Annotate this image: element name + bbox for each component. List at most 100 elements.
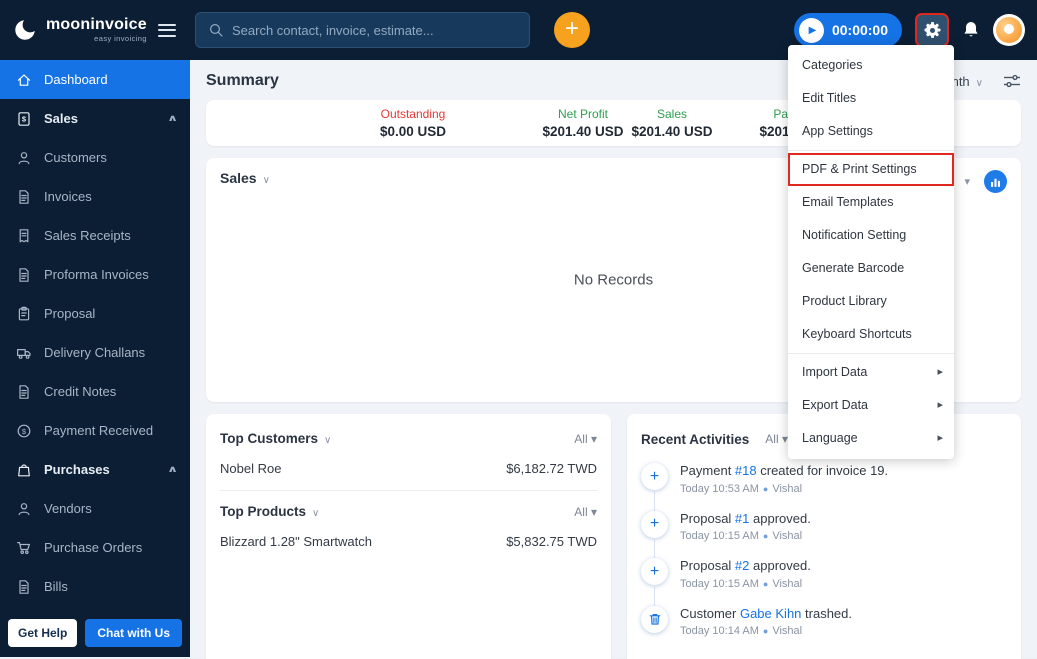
activity-link[interactable]: #2 bbox=[735, 558, 749, 573]
sidebar-item-payment-received[interactable]: $ Payment Received bbox=[0, 411, 190, 450]
chevron-up-icon: ∧ bbox=[166, 464, 178, 474]
bar-chart-icon bbox=[991, 178, 1000, 187]
menu-item-categories[interactable]: Categories bbox=[788, 49, 954, 82]
submenu-arrow-icon: ▸ bbox=[937, 366, 943, 378]
menu-item-pdf-print-settings[interactable]: PDF & Print Settings bbox=[788, 153, 954, 186]
stat-label: Outstanding bbox=[380, 107, 446, 121]
sidebar-item-purchases[interactable]: Purchases ∧ bbox=[0, 450, 190, 489]
dot-icon: ● bbox=[762, 531, 769, 542]
submenu-arrow-icon: ▸ bbox=[937, 432, 943, 444]
top-products-title[interactable]: Top Products ∨ bbox=[220, 503, 319, 521]
menu-item-import-data[interactable]: Import Data ▸ bbox=[788, 356, 954, 389]
top-products-filter[interactable]: All ▾ bbox=[574, 505, 597, 519]
sidebar-item-invoices[interactable]: Invoices bbox=[0, 177, 190, 216]
sidebar-item-proforma-invoices[interactable]: Proforma Invoices bbox=[0, 255, 190, 294]
caret-down-icon: ▾ bbox=[590, 505, 597, 519]
activity-time: Today 10:15 AM bbox=[680, 530, 759, 543]
sidebar-item-vendors[interactable]: Vendors bbox=[0, 489, 190, 528]
menu-item-label: Language bbox=[802, 431, 858, 445]
menu-item-keyboard-shortcuts[interactable]: Keyboard Shortcuts bbox=[788, 318, 954, 351]
search-input[interactable] bbox=[232, 22, 517, 38]
caret-down-icon[interactable]: ▾ bbox=[964, 175, 970, 188]
stat-value: $201.40 USD bbox=[631, 124, 713, 139]
doc-icon bbox=[19, 579, 29, 594]
activity-meta: Today 10:15 AM ● Vishal bbox=[680, 530, 811, 542]
sidebar-item-sales[interactable]: $ Sales ∧ bbox=[0, 99, 190, 138]
search-bar[interactable] bbox=[195, 12, 530, 48]
doc-icon bbox=[19, 189, 29, 204]
activity-link[interactable]: #18 bbox=[735, 463, 757, 478]
settings-gear-button[interactable] bbox=[915, 13, 949, 47]
brand: mooninvoice easy invoicing bbox=[0, 17, 190, 43]
menu-item-notification-setting[interactable]: Notification Setting bbox=[788, 219, 954, 252]
recent-activities-filter[interactable]: All ▾ bbox=[765, 432, 788, 446]
chart-type-button[interactable] bbox=[984, 170, 1007, 193]
activity-meta: Today 10:14 AM ● Vishal bbox=[680, 625, 852, 637]
activity-item: + Proposal #1 approved. Today 10:15 AM ● Vis… bbox=[641, 504, 1007, 560]
product-row: Blizzard 1.28" Smartwatch $5,832.75 TWD bbox=[220, 525, 597, 557]
sidebar-item-delivery-challans[interactable]: Delivery Challans bbox=[0, 333, 190, 372]
chevron-down-icon: ∨ bbox=[262, 175, 270, 186]
activity-time: Today 10:15 AM bbox=[680, 577, 759, 590]
page-title: Summary bbox=[206, 72, 279, 89]
menu-item-app-settings[interactable]: App Settings bbox=[788, 115, 954, 148]
sidebar-item-bills[interactable]: Bills bbox=[0, 567, 190, 606]
chat-with-us-button[interactable]: Chat with Us bbox=[85, 619, 182, 647]
activity-list: + Payment #18 created for invoice 19. Toda… bbox=[641, 456, 1007, 646]
sidebar-item-proposal[interactable]: Proposal bbox=[0, 294, 190, 333]
sidebar-item-label: Purchase Orders bbox=[44, 540, 143, 555]
activity-link[interactable]: #1 bbox=[735, 511, 749, 526]
get-help-button[interactable]: Get Help bbox=[8, 619, 78, 647]
menu-item-export-data[interactable]: Export Data ▸ bbox=[788, 389, 954, 422]
menu-item-language[interactable]: Language ▸ bbox=[788, 422, 954, 455]
menu-item-email-templates[interactable]: Email Templates bbox=[788, 186, 954, 219]
moon-logo-icon bbox=[15, 20, 35, 40]
truck-icon bbox=[17, 348, 31, 359]
top-customers-filter[interactable]: All ▾ bbox=[574, 432, 597, 446]
user-avatar[interactable] bbox=[993, 14, 1025, 46]
menu-item-generate-barcode[interactable]: Generate Barcode bbox=[788, 252, 954, 285]
sidebar: Dashboard $ Sales ∧ Customers Invoices Sales R… bbox=[0, 60, 190, 657]
clipboard-icon bbox=[18, 306, 30, 320]
sidebar-item-label: Vendors bbox=[44, 501, 92, 516]
activity-icon[interactable] bbox=[641, 605, 668, 633]
activity-icon[interactable]: + bbox=[641, 558, 668, 586]
activity-icon[interactable]: + bbox=[641, 463, 668, 490]
filter-icon[interactable] bbox=[1003, 74, 1021, 88]
product-amount: $5,832.75 TWD bbox=[506, 533, 597, 549]
receipt-icon bbox=[19, 228, 29, 242]
top-customers-section: Top Customers ∨ All ▾ Nobel Roe $6,182.72 … bbox=[220, 426, 597, 484]
sidebar-item-credit-notes[interactable]: Credit Notes bbox=[0, 372, 190, 411]
menu-item-label: Categories bbox=[802, 58, 863, 72]
sidebar-nav: Dashboard $ Sales ∧ Customers Invoices Sales R… bbox=[0, 60, 190, 606]
top-products-section: Top Products ∨ All ▾ Blizzard 1.28" Smart… bbox=[220, 499, 597, 557]
sidebar-item-sales-receipts[interactable]: Sales Receipts bbox=[0, 216, 190, 255]
add-new-button[interactable]: + bbox=[554, 12, 590, 48]
plus-icon: + bbox=[649, 515, 660, 533]
sales-chart-title[interactable]: Sales ∨ bbox=[220, 170, 270, 187]
topbar-right: ▶ 00:00:00 bbox=[793, 13, 1037, 47]
bag-icon bbox=[18, 463, 30, 476]
menu-item-edit-titles[interactable]: Edit Titles bbox=[788, 82, 954, 115]
sidebar-item-label: Credit Notes bbox=[44, 384, 117, 399]
hamburger-menu-icon[interactable] bbox=[158, 23, 176, 37]
activity-text: Customer Gabe Kihn trashed. bbox=[680, 605, 852, 621]
notifications-bell-icon[interactable] bbox=[962, 20, 980, 40]
activity-time: Today 10:53 AM bbox=[680, 482, 759, 495]
doc-icon bbox=[19, 267, 29, 282]
sidebar-item-customers[interactable]: Customers bbox=[0, 138, 190, 177]
activity-link[interactable]: Gabe Kihn bbox=[740, 606, 801, 621]
sidebar-item-dashboard[interactable]: Dashboard bbox=[0, 60, 190, 99]
gear-icon bbox=[923, 21, 941, 39]
sidebar-item-purchase-orders[interactable]: Purchase Orders bbox=[0, 528, 190, 567]
customer-amount: $6,182.72 TWD bbox=[506, 460, 597, 476]
brand-tagline: easy invoicing bbox=[94, 34, 147, 44]
timer-button[interactable]: ▶ 00:00:00 bbox=[793, 13, 902, 47]
product-name: Blizzard 1.28" Smartwatch bbox=[220, 533, 373, 549]
plus-icon: + bbox=[649, 562, 660, 580]
activity-text: Proposal #1 approved. bbox=[680, 510, 811, 526]
menu-item-product-library[interactable]: Product Library bbox=[788, 285, 954, 318]
top-customers-title[interactable]: Top Customers ∨ bbox=[220, 430, 331, 448]
activity-icon[interactable]: + bbox=[641, 510, 668, 538]
activity-text: Payment #18 created for invoice 19. bbox=[680, 463, 889, 478]
